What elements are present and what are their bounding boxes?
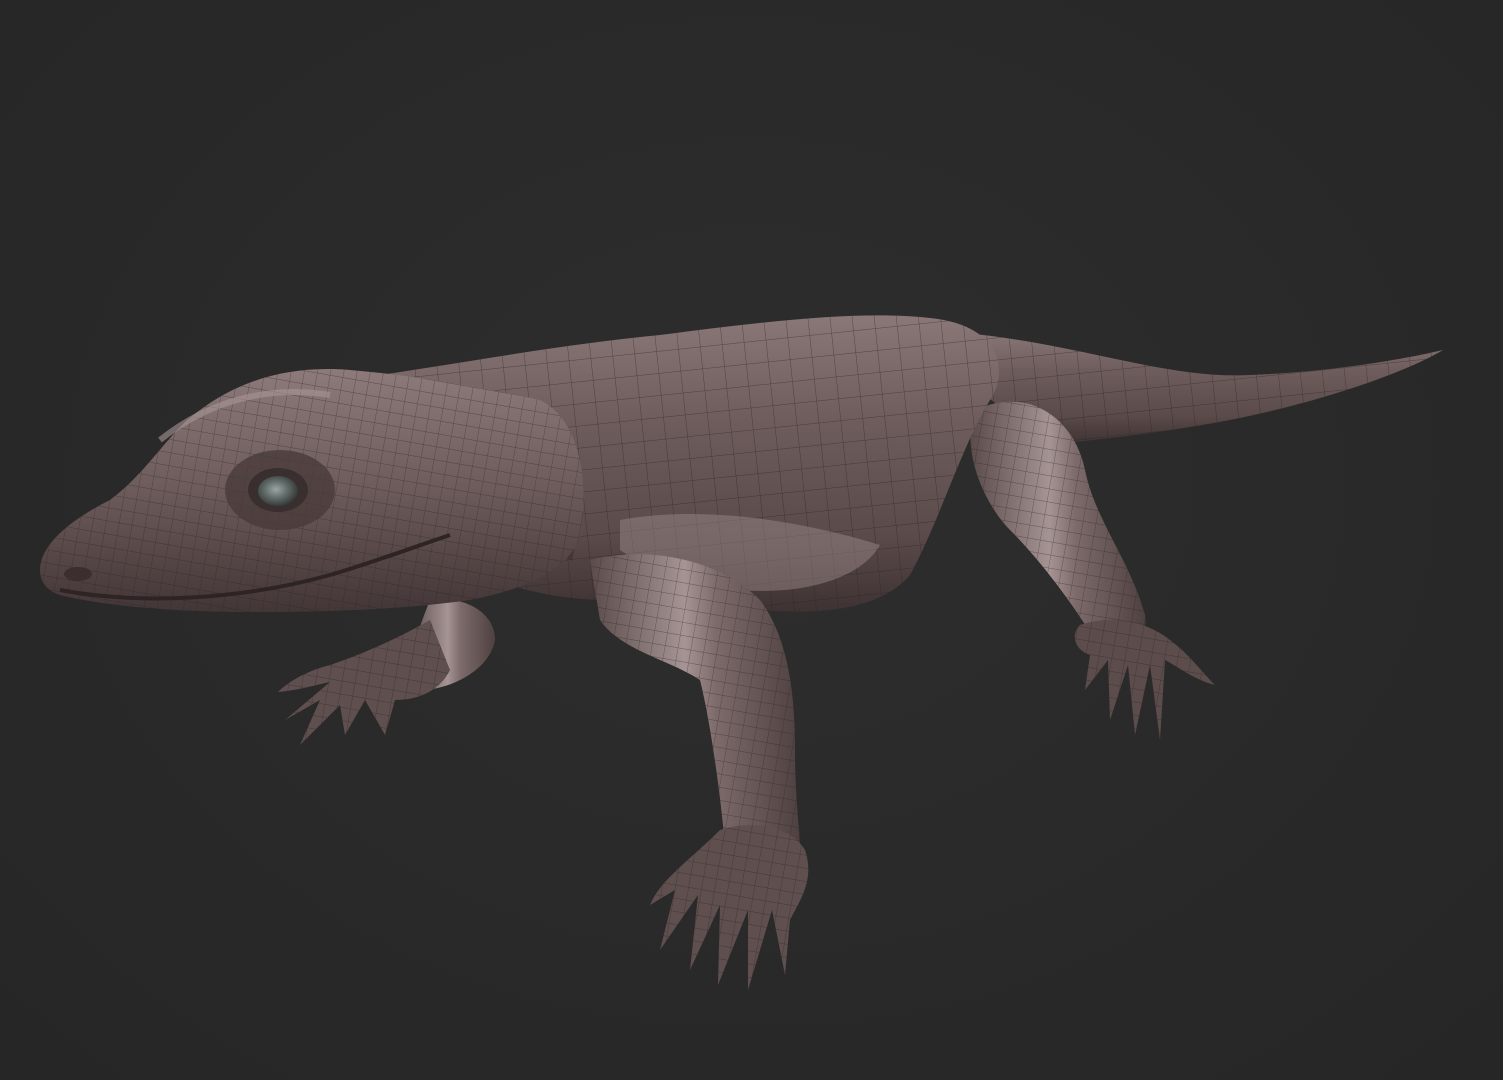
model-viewport[interactable] [0,0,1503,1080]
head [40,369,584,612]
eye [258,476,298,506]
lizard-model [40,315,1443,990]
hind-leg [970,401,1215,740]
front-leg-near [590,554,809,990]
front-leg-far [278,599,495,745]
nostril [64,567,92,581]
